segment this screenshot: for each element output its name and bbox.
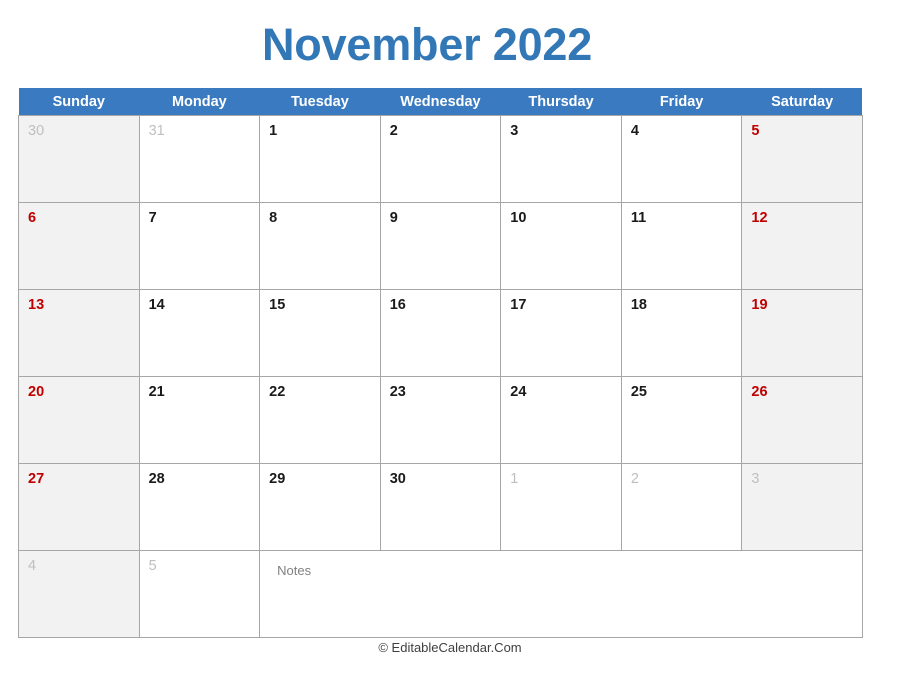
- day-number: 2: [389, 123, 398, 139]
- day-number: 9: [389, 210, 398, 226]
- weekday-header-tuesday: Tuesday: [259, 88, 381, 116]
- day-number: 7: [148, 210, 157, 226]
- day-number: 20: [28, 384, 45, 400]
- calendar-day-cell[interactable]: 27: [18, 463, 140, 551]
- calendar-day-cell[interactable]: 26: [741, 376, 863, 464]
- calendar-day-cell[interactable]: 11: [620, 202, 743, 290]
- calendar-day-cell[interactable]: 23: [379, 376, 502, 464]
- day-number: 4: [630, 123, 639, 139]
- day-number: 4: [28, 558, 37, 574]
- calendar-day-cell[interactable]: 28: [138, 463, 261, 551]
- calendar-header-row: Sunday Monday Tuesday Wednesday Thursday…: [18, 88, 863, 116]
- calendar-body: 30 31 1 2 3 4 5 6 7 8 9 10 11 12 13 14 15 16 17 18 19 20 21 22 2…: [18, 115, 863, 638]
- calendar-day-cell[interactable]: 21: [138, 376, 261, 464]
- calendar-day-cell[interactable]: 9: [379, 202, 502, 290]
- calendar-week-row: 20 21 22 23 24 25 26: [18, 376, 863, 464]
- weekday-header-friday: Friday: [621, 88, 742, 116]
- calendar-day-cell[interactable]: 15: [259, 289, 381, 377]
- calendar-day-cell[interactable]: 10: [500, 202, 622, 290]
- calendar-week-row: 30 31 1 2 3 4 5: [18, 115, 863, 203]
- day-number: 27: [28, 471, 45, 487]
- calendar-day-cell[interactable]: 19: [741, 289, 863, 377]
- day-number: 11: [630, 210, 647, 226]
- calendar-day-cell[interactable]: 31: [138, 115, 261, 203]
- calendar-week-row: 6 7 8 9 10 11 12: [18, 202, 863, 290]
- day-number: 6: [28, 210, 37, 226]
- day-number: 15: [269, 297, 286, 313]
- day-number: 5: [751, 123, 760, 139]
- day-number: 23: [389, 384, 406, 400]
- calendar-grid: Sunday Monday Tuesday Wednesday Thursday…: [18, 88, 863, 638]
- calendar-day-cell[interactable]: 13: [18, 289, 140, 377]
- calendar-day-cell[interactable]: 2: [379, 115, 502, 203]
- day-number: 1: [269, 123, 278, 139]
- page-title: November 2022: [262, 19, 593, 70]
- day-number: 16: [389, 297, 406, 313]
- calendar-day-cell[interactable]: 6: [18, 202, 140, 290]
- day-number: 26: [751, 384, 768, 400]
- calendar-week-row: 27 28 29 30 1 2 3: [18, 463, 863, 551]
- day-number: 13: [28, 297, 45, 313]
- day-number: 8: [269, 210, 278, 226]
- calendar-week-row: 13 14 15 16 17 18 19: [18, 289, 863, 377]
- calendar-day-cell[interactable]: 4: [18, 550, 140, 638]
- day-number: 25: [630, 384, 647, 400]
- day-number: 10: [510, 210, 527, 226]
- calendar-day-cell[interactable]: 29: [259, 463, 381, 551]
- calendar-day-cell[interactable]: 5: [741, 115, 863, 203]
- calendar-day-cell[interactable]: 22: [259, 376, 381, 464]
- day-number: 3: [751, 471, 760, 487]
- calendar-day-cell[interactable]: 12: [741, 202, 863, 290]
- weekday-header-saturday: Saturday: [741, 88, 863, 116]
- calendar-day-cell[interactable]: 4: [620, 115, 743, 203]
- day-number: 24: [510, 384, 527, 400]
- day-number: 29: [269, 471, 286, 487]
- day-number: 2: [630, 471, 639, 487]
- calendar-day-cell[interactable]: 5: [138, 550, 261, 638]
- calendar-day-cell[interactable]: 30: [379, 463, 502, 551]
- day-number: 17: [510, 297, 527, 313]
- calendar-day-cell[interactable]: 3: [500, 115, 622, 203]
- day-number: 3: [510, 123, 519, 139]
- day-number: 1: [510, 471, 519, 487]
- day-number: 12: [751, 210, 768, 226]
- calendar-day-cell[interactable]: 18: [620, 289, 743, 377]
- calendar-day-cell[interactable]: 1: [500, 463, 622, 551]
- weekday-header-thursday: Thursday: [500, 88, 622, 116]
- day-number: 5: [148, 558, 157, 574]
- day-number: 28: [148, 471, 165, 487]
- calendar-notes-row: 4 5 Notes: [18, 550, 863, 638]
- weekday-header-wednesday: Wednesday: [380, 88, 501, 116]
- day-number: 30: [389, 471, 406, 487]
- day-number: 14: [148, 297, 165, 313]
- calendar-day-cell[interactable]: 24: [500, 376, 622, 464]
- day-number: 18: [630, 297, 647, 313]
- calendar-page: November 2022 Sunday Monday Tuesday Wedn…: [0, 0, 900, 675]
- day-number: 19: [751, 297, 768, 313]
- footer-credit: © EditableCalendar.Com: [378, 640, 522, 655]
- calendar-day-cell[interactable]: 17: [500, 289, 622, 377]
- notes-cell[interactable]: Notes: [259, 550, 863, 638]
- calendar-day-cell[interactable]: 25: [620, 376, 743, 464]
- calendar-day-cell[interactable]: 3: [741, 463, 863, 551]
- calendar-day-cell[interactable]: 20: [18, 376, 140, 464]
- calendar-day-cell[interactable]: 30: [18, 115, 140, 203]
- weekday-header-monday: Monday: [139, 88, 260, 116]
- calendar-day-cell[interactable]: 7: [138, 202, 261, 290]
- weekday-header-sunday: Sunday: [18, 88, 140, 116]
- day-number: 22: [269, 384, 286, 400]
- day-number: 30: [28, 123, 45, 139]
- calendar-day-cell[interactable]: 8: [259, 202, 381, 290]
- calendar-day-cell[interactable]: 2: [620, 463, 743, 551]
- calendar-day-cell[interactable]: 16: [379, 289, 502, 377]
- calendar-day-cell[interactable]: 14: [138, 289, 261, 377]
- notes-label: Notes: [277, 563, 312, 578]
- day-number: 31: [148, 123, 165, 139]
- calendar-day-cell[interactable]: 1: [259, 115, 381, 203]
- day-number: 21: [148, 384, 165, 400]
